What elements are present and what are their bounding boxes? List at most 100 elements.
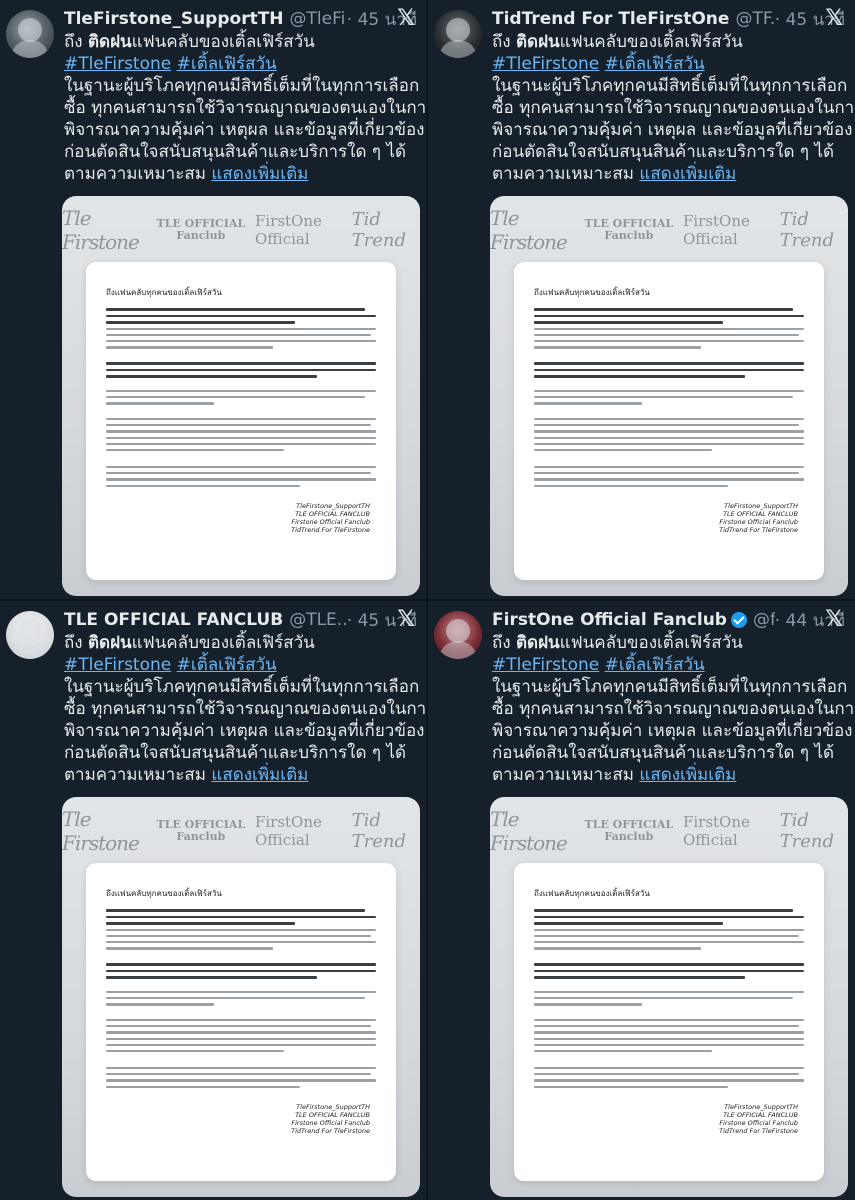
- letter-line: [106, 1025, 371, 1028]
- signature-2: TLE OFFICIAL FANCLUB: [295, 1111, 370, 1119]
- tweet-card-2[interactable]: TidTrend For TleFirstOne @TF... · 45 นาท…: [428, 0, 855, 599]
- text-line-4: ก่อนตัดสินใจสนับสนุนสินค้าและบริการใด ๆ …: [64, 142, 407, 162]
- show-more-link[interactable]: แสดงเพิ่มเติม: [211, 765, 308, 785]
- letter-line: [534, 340, 804, 343]
- hashtag-thai[interactable]: #เติ้ลเฟิร์สวัน: [605, 655, 705, 675]
- letter-paragraph-2: [534, 963, 804, 983]
- letter-line: [106, 390, 376, 393]
- signature-1: TleFirstone_SupportTH: [724, 502, 798, 510]
- avatar-shoulders: [440, 641, 476, 659]
- text-line-5-label: ตามความเหมาะสม: [492, 765, 634, 785]
- show-more-link[interactable]: แสดงเพิ่มเติม: [211, 164, 308, 184]
- hashtag-line: #TleFirstone #เติ้ลเฟิร์สวัน: [492, 654, 847, 676]
- greeting-bold: ติดฝน: [516, 32, 560, 52]
- hashtag-line: #TleFirstone #เติ้ลเฟิร์สวัน: [64, 53, 419, 75]
- letter-paragraph-5: [106, 1067, 376, 1092]
- text-line-2: ซื้อ ทุกคนสามารถใช้วิจารณญาณของตนเองในกา…: [492, 98, 855, 118]
- text-line-2: ซื้อ ทุกคนสามารถใช้วิจารณญาณของตนเองในกา…: [64, 699, 427, 719]
- author-handle[interactable]: @TF...: [735, 9, 774, 29]
- tweet-text: ถึง ติดฝนแฟนคลับของเติ้ลเฟิร์สวัน #TleFi…: [64, 31, 427, 185]
- letter-line: [106, 928, 376, 931]
- logo-tle-firstone: Tle Firstone: [62, 206, 140, 254]
- letter-line: [106, 478, 376, 481]
- avatar-shoulders: [440, 40, 476, 58]
- letter-line: [106, 362, 376, 365]
- letter-line: [106, 997, 366, 1000]
- attached-image[interactable]: Tle Firstone TLE OFFICIAL Fanclub FirstO…: [62, 797, 420, 1197]
- author-name[interactable]: TLE OFFICIAL FANCLUB: [64, 610, 283, 630]
- letter-line: [534, 947, 702, 950]
- tweet-text: ถึง ติดฝนแฟนคลับของเติ้ลเฟิร์สวัน #TleFi…: [64, 632, 427, 786]
- letter-logo-row: Tle Firstone TLE OFFICIAL Fanclub FirstO…: [490, 807, 848, 855]
- letter-paragraph-5: [106, 466, 376, 491]
- attached-image[interactable]: Tle Firstone TLE OFFICIAL Fanclub FirstO…: [62, 196, 420, 596]
- author-name[interactable]: TleFirstone_SupportTH: [64, 9, 284, 29]
- letter-signatures: TleFirstone_SupportTH TLE OFFICIAL FANCL…: [291, 1103, 370, 1135]
- letter-line: [106, 396, 366, 399]
- avatar[interactable]: [434, 611, 482, 659]
- letter-paragraph-2: [106, 362, 376, 382]
- tweet-card-4[interactable]: FirstOne Official Fanclub @fi... · 44 นา…: [428, 601, 855, 1200]
- author-name[interactable]: TidTrend For TleFirstOne: [492, 9, 729, 29]
- text-line-5: ตามความเหมาะสม แสดงเพิ่มเติม: [492, 163, 847, 185]
- tweet-card-3[interactable]: TLE OFFICIAL FANCLUB @TLE... · 45 นาที 𝕏…: [0, 601, 427, 1200]
- letter-line: [534, 1037, 804, 1040]
- hashtag-thai[interactable]: #เติ้ลเฟิร์สวัน: [177, 655, 277, 675]
- letter-logo-row: Tle Firstone TLE OFFICIAL Fanclub FirstO…: [62, 206, 420, 254]
- letter-line: [106, 1085, 301, 1088]
- text-line-1: ในฐานะผู้บริโภคทุกคนมีสิทธิ์เต็มที่ในทุก…: [64, 76, 420, 96]
- attached-image[interactable]: Tle Firstone TLE OFFICIAL Fanclub FirstO…: [490, 797, 848, 1197]
- letter-line: [106, 941, 376, 944]
- greeting-prefix: ถึง: [64, 32, 83, 52]
- letter-line: [106, 1031, 376, 1034]
- logo-tle-firstone: Tle Firstone: [490, 206, 568, 254]
- text-line-5: ตามความเหมาะสม แสดงเพิ่มเติม: [64, 163, 419, 185]
- letter-paragraph-3: [534, 390, 804, 409]
- avatar[interactable]: [6, 10, 54, 58]
- letter-line: [106, 484, 301, 487]
- hashtag-tlefirstone[interactable]: #TleFirstone: [64, 54, 171, 74]
- author-name[interactable]: FirstOne Official Fanclub: [492, 610, 727, 630]
- letter-line: [534, 362, 804, 365]
- show-more-link[interactable]: แสดงเพิ่มเติม: [639, 164, 736, 184]
- letter-line: [534, 1019, 804, 1022]
- hashtag-tlefirstone[interactable]: #TleFirstone: [64, 655, 171, 675]
- letter-line: [534, 448, 713, 452]
- logo-tle-firstone: Tle Firstone: [490, 807, 568, 855]
- hashtag-tlefirstone[interactable]: #TleFirstone: [492, 54, 599, 74]
- text-line-4: ก่อนตัดสินใจสนับสนุนสินค้าและบริการใด ๆ …: [492, 142, 835, 162]
- letter-line: [106, 909, 366, 912]
- letter-line: [534, 402, 642, 405]
- letter-line: [106, 1043, 376, 1046]
- letter-line: [106, 472, 371, 475]
- text-line-1: ในฐานะผู้บริโภคทุกคนมีสิทธิ์เต็มที่ในทุก…: [492, 76, 848, 96]
- letter-line: [534, 1025, 799, 1028]
- letter-line: [534, 436, 804, 439]
- letter-line: [106, 963, 376, 966]
- letter-line: [106, 346, 274, 349]
- letter-line: [106, 976, 317, 979]
- letter-signatures: TleFirstone_SupportTH TLE OFFICIAL FANCL…: [291, 502, 370, 534]
- hashtag-thai[interactable]: #เติ้ลเฟิร์สวัน: [177, 54, 277, 74]
- hashtag-thai[interactable]: #เติ้ลเฟิร์สวัน: [605, 54, 705, 74]
- avatar[interactable]: [434, 10, 482, 58]
- letter-line: [106, 1067, 376, 1070]
- attached-image[interactable]: Tle Firstone TLE OFFICIAL Fanclub FirstO…: [490, 196, 848, 596]
- letter-line: [106, 922, 295, 925]
- logo-firstone-official: FirstOne Official: [254, 212, 322, 248]
- tweet-card-1[interactable]: TleFirstone_SupportTH @TleFi... · 45 นาท…: [0, 0, 427, 599]
- author-handle[interactable]: @fi...: [753, 610, 775, 630]
- text-line-5-label: ตามความเหมาะสม: [492, 164, 634, 184]
- greeting-prefix: ถึง: [492, 633, 511, 653]
- author-handle[interactable]: @TLE...: [289, 610, 347, 630]
- letter-line: [534, 963, 804, 966]
- show-more-link[interactable]: แสดงเพิ่มเติม: [639, 765, 736, 785]
- greeting-bold: ติดฝน: [516, 633, 560, 653]
- avatar[interactable]: [6, 611, 54, 659]
- text-line-3: พิจารณาความคุ้มค่า เหตุผล และข้อมูลที่เก…: [492, 721, 853, 741]
- letter-line: [534, 941, 804, 944]
- logo-firstone-official: FirstOne Official: [682, 813, 750, 849]
- hashtag-tlefirstone[interactable]: #TleFirstone: [492, 655, 599, 675]
- author-handle[interactable]: @TleFi...: [290, 9, 347, 29]
- letter-greeting: ถึงแฟนคลับทุกคนของเติ้ลเฟิร์สวัน: [106, 288, 222, 297]
